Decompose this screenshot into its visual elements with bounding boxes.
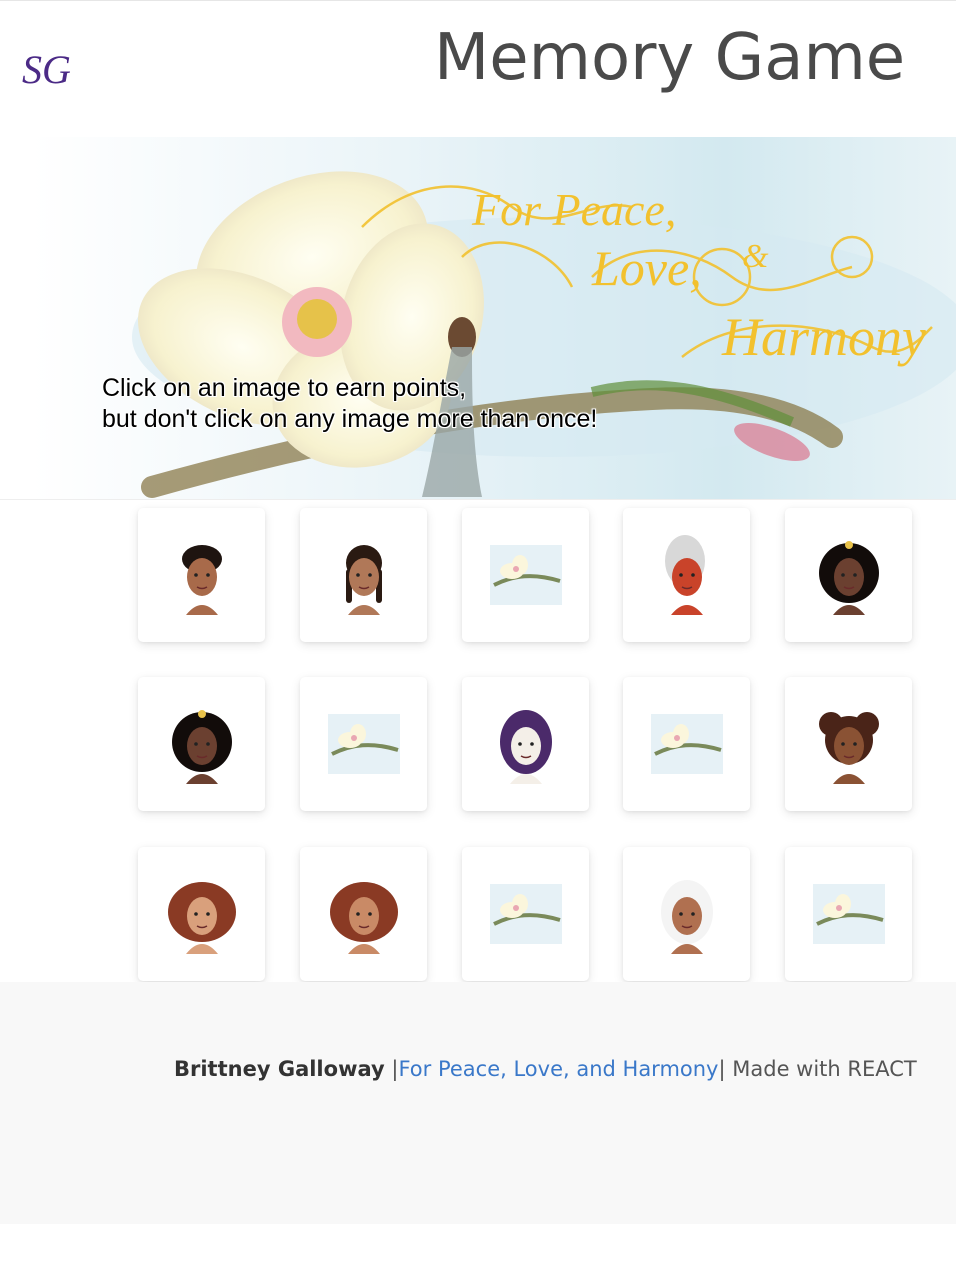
logo-sg-icon: SG bbox=[22, 47, 71, 92]
made-with-text: Made with REACT bbox=[725, 1057, 917, 1081]
card-character-auburn[interactable] bbox=[138, 847, 265, 981]
card-character-crowned[interactable] bbox=[785, 508, 912, 642]
instructions-text: Click on an image to earn points, but do… bbox=[102, 373, 742, 435]
card-character-short-hair[interactable] bbox=[138, 508, 265, 642]
card-scene-branch[interactable] bbox=[462, 847, 589, 981]
instructions-line-2: but don't click on any image more than o… bbox=[102, 405, 598, 433]
footer: Brittney Galloway |For Peace, Love, and … bbox=[0, 982, 956, 1224]
page-title: Memory Game bbox=[434, 21, 906, 95]
svg-text:Harmony: Harmony bbox=[721, 307, 926, 367]
card-character-crowned-2[interactable] bbox=[138, 677, 265, 811]
footer-separator-left: | bbox=[384, 1057, 399, 1081]
card-character-buns[interactable] bbox=[785, 677, 912, 811]
card-character-braids[interactable] bbox=[300, 508, 427, 642]
card-scene-flying[interactable] bbox=[462, 508, 589, 642]
card-character-auburn-2[interactable] bbox=[300, 847, 427, 981]
card-scene-flower-2[interactable] bbox=[623, 677, 750, 811]
divider bbox=[0, 499, 956, 500]
card-character-white-hair[interactable] bbox=[623, 847, 750, 981]
header: SG Memory Game bbox=[0, 1, 956, 136]
svg-text:For Peace,: For Peace, bbox=[471, 184, 676, 235]
card-scene-flower[interactable] bbox=[300, 677, 427, 811]
logo[interactable]: SG bbox=[20, 45, 80, 97]
svg-text:SG: SG bbox=[22, 47, 71, 92]
card-character-red-warrior[interactable] bbox=[623, 508, 750, 642]
author-name: Brittney Galloway bbox=[174, 1057, 385, 1081]
footer-text: Brittney Galloway |For Peace, Love, and … bbox=[174, 1057, 917, 1081]
banner-artwork-icon: For Peace, Love, & Harmony bbox=[32, 137, 956, 499]
svg-text:&: & bbox=[742, 238, 769, 275]
instructions-line-1: Click on an image to earn points, bbox=[102, 374, 467, 402]
card-character-purple-hair[interactable] bbox=[462, 677, 589, 811]
card-scene-branch-2[interactable] bbox=[785, 847, 912, 981]
svg-text:Love,: Love, bbox=[591, 240, 702, 296]
artwork-link[interactable]: For Peace, Love, and Harmony bbox=[398, 1057, 718, 1081]
footer-separator-right: | bbox=[718, 1057, 726, 1081]
banner: For Peace, Love, & Harmony Click on an i… bbox=[32, 137, 956, 499]
